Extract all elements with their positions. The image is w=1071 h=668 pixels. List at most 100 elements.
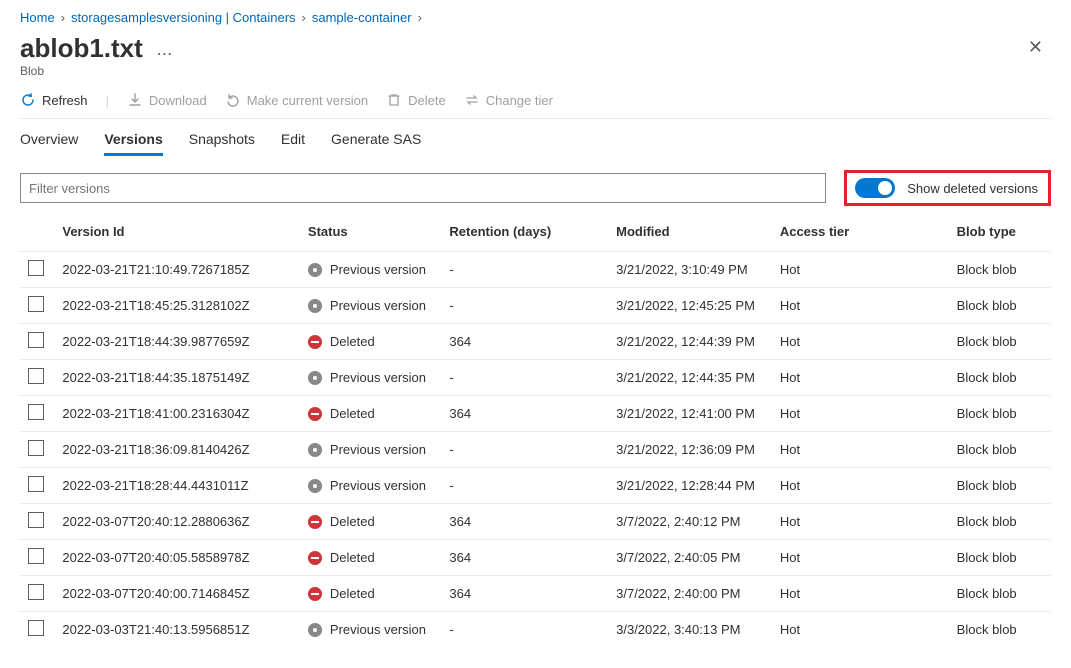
versions-table-wrap[interactable]: Version Id Status Retention (days) Modif… — [20, 214, 1051, 648]
cell-access-tier: Hot — [772, 576, 949, 612]
status-text: Deleted — [330, 334, 375, 349]
cell-retention: - — [441, 612, 608, 648]
table-row[interactable]: 2022-03-21T18:28:44.4431011ZPrevious ver… — [20, 468, 1051, 504]
status-text: Previous version — [330, 442, 426, 457]
col-access-tier[interactable]: Access tier — [772, 214, 949, 252]
table-row[interactable]: 2022-03-21T18:36:09.8140426ZPrevious ver… — [20, 432, 1051, 468]
cell-access-tier: Hot — [772, 504, 949, 540]
row-checkbox[interactable] — [28, 512, 44, 528]
refresh-icon — [20, 92, 36, 108]
col-version-id[interactable]: Version Id — [54, 214, 300, 252]
row-checkbox[interactable] — [28, 476, 44, 492]
cell-modified: 3/21/2022, 12:44:39 PM — [608, 324, 772, 360]
deleted-status-icon — [308, 407, 322, 421]
cell-access-tier: Hot — [772, 612, 949, 648]
col-modified[interactable]: Modified — [608, 214, 772, 252]
cell-blob-type: Block blob — [949, 468, 1051, 504]
previous-version-status-icon — [308, 443, 322, 457]
cell-version-id: 2022-03-21T21:10:49.7267185Z — [54, 252, 300, 288]
col-status[interactable]: Status — [300, 214, 441, 252]
row-checkbox[interactable] — [28, 296, 44, 312]
cell-blob-type: Block blob — [949, 252, 1051, 288]
cell-version-id: 2022-03-03T21:40:13.5956851Z — [54, 612, 300, 648]
cell-version-id: 2022-03-21T18:28:44.4431011Z — [54, 468, 300, 504]
table-row[interactable]: 2022-03-07T20:40:00.7146845ZDeleted3643/… — [20, 576, 1051, 612]
cell-access-tier: Hot — [772, 540, 949, 576]
deleted-status-icon — [308, 335, 322, 349]
status-text: Previous version — [330, 298, 426, 313]
status-text: Previous version — [330, 370, 426, 385]
cell-retention: 364 — [441, 324, 608, 360]
row-checkbox[interactable] — [28, 620, 44, 636]
row-checkbox[interactable] — [28, 548, 44, 564]
cell-retention: - — [441, 288, 608, 324]
cell-status: Deleted — [308, 334, 433, 349]
chevron-right-icon: › — [302, 10, 306, 25]
col-retention[interactable]: Retention (days) — [441, 214, 608, 252]
table-row[interactable]: 2022-03-21T18:44:39.9877659ZDeleted3643/… — [20, 324, 1051, 360]
cell-blob-type: Block blob — [949, 540, 1051, 576]
delete-label: Delete — [408, 93, 446, 108]
breadcrumb-container[interactable]: sample-container — [312, 10, 412, 25]
cell-retention: - — [441, 252, 608, 288]
col-blob-type[interactable]: Blob type — [949, 214, 1051, 252]
table-row[interactable]: 2022-03-21T18:41:00.2316304ZDeleted3643/… — [20, 396, 1051, 432]
cell-modified: 3/21/2022, 12:36:09 PM — [608, 432, 772, 468]
make-current-version-button: Make current version — [225, 92, 368, 108]
table-row[interactable]: 2022-03-07T20:40:12.2880636ZDeleted3643/… — [20, 504, 1051, 540]
row-checkbox[interactable] — [28, 404, 44, 420]
filter-versions-input[interactable] — [20, 173, 826, 203]
cell-version-id: 2022-03-07T20:40:12.2880636Z — [54, 504, 300, 540]
swap-icon — [464, 92, 480, 108]
refresh-button[interactable]: Refresh — [20, 92, 88, 108]
download-button: Download — [127, 92, 207, 108]
cell-access-tier: Hot — [772, 288, 949, 324]
chevron-right-icon: › — [61, 10, 65, 25]
cell-version-id: 2022-03-21T18:44:35.1875149Z — [54, 360, 300, 396]
breadcrumb-home[interactable]: Home — [20, 10, 55, 25]
previous-version-status-icon — [308, 623, 322, 637]
cell-blob-type: Block blob — [949, 360, 1051, 396]
change-tier-button: Change tier — [464, 92, 553, 108]
show-deleted-toggle[interactable] — [855, 178, 895, 198]
breadcrumb-storage[interactable]: storagesamplesversioning | Containers — [71, 10, 296, 25]
more-menu-icon[interactable]: ⋯ — [156, 46, 172, 63]
row-checkbox[interactable] — [28, 440, 44, 456]
status-text: Previous version — [330, 262, 426, 277]
close-icon[interactable]: ✕ — [1020, 33, 1051, 62]
table-row[interactable]: 2022-03-21T21:10:49.7267185Z Previous ver… — [20, 252, 1051, 288]
chevron-right-icon: › — [418, 10, 422, 25]
tab-generate-sas[interactable]: Generate SAS — [331, 131, 421, 156]
tab-versions[interactable]: Versions — [104, 131, 162, 156]
status-text: Previous version — [330, 622, 426, 637]
cell-access-tier: Hot — [772, 252, 949, 288]
cell-modified: 3/21/2022, 3:10:49 PM — [608, 252, 772, 288]
row-checkbox[interactable] — [28, 260, 44, 276]
table-row[interactable]: 2022-03-21T18:44:35.1875149Z Previous ver… — [20, 360, 1051, 396]
previous-version-status-icon — [308, 371, 322, 385]
cell-modified: 3/3/2022, 3:40:13 PM — [608, 612, 772, 648]
download-icon — [127, 92, 143, 108]
cell-status: Deleted — [308, 514, 433, 529]
breadcrumb: Home › storagesamplesversioning | Contai… — [20, 10, 1051, 25]
table-row[interactable]: 2022-03-03T21:40:13.5956851Z Previous ver… — [20, 612, 1051, 648]
previous-version-status-icon — [308, 479, 322, 493]
cell-access-tier: Hot — [772, 468, 949, 504]
undo-icon — [225, 92, 241, 108]
tab-edit[interactable]: Edit — [281, 131, 305, 156]
cell-version-id: 2022-03-21T18:41:00.2316304Z — [54, 396, 300, 432]
page-title: ablob1.txt — [20, 33, 143, 63]
cell-blob-type: Block blob — [949, 288, 1051, 324]
tab-snapshots[interactable]: Snapshots — [189, 131, 255, 156]
cell-modified: 3/21/2022, 12:44:35 PM — [608, 360, 772, 396]
row-checkbox[interactable] — [28, 584, 44, 600]
cell-blob-type: Block blob — [949, 612, 1051, 648]
table-row[interactable]: 2022-03-21T18:45:25.3128102ZPrevious ver… — [20, 288, 1051, 324]
tab-overview[interactable]: Overview — [20, 131, 78, 156]
table-row[interactable]: 2022-03-07T20:40:05.5858978ZDeleted3643/… — [20, 540, 1051, 576]
cell-version-id: 2022-03-07T20:40:05.5858978Z — [54, 540, 300, 576]
cell-blob-type: Block blob — [949, 504, 1051, 540]
cell-retention: 364 — [441, 504, 608, 540]
row-checkbox[interactable] — [28, 368, 44, 384]
row-checkbox[interactable] — [28, 332, 44, 348]
